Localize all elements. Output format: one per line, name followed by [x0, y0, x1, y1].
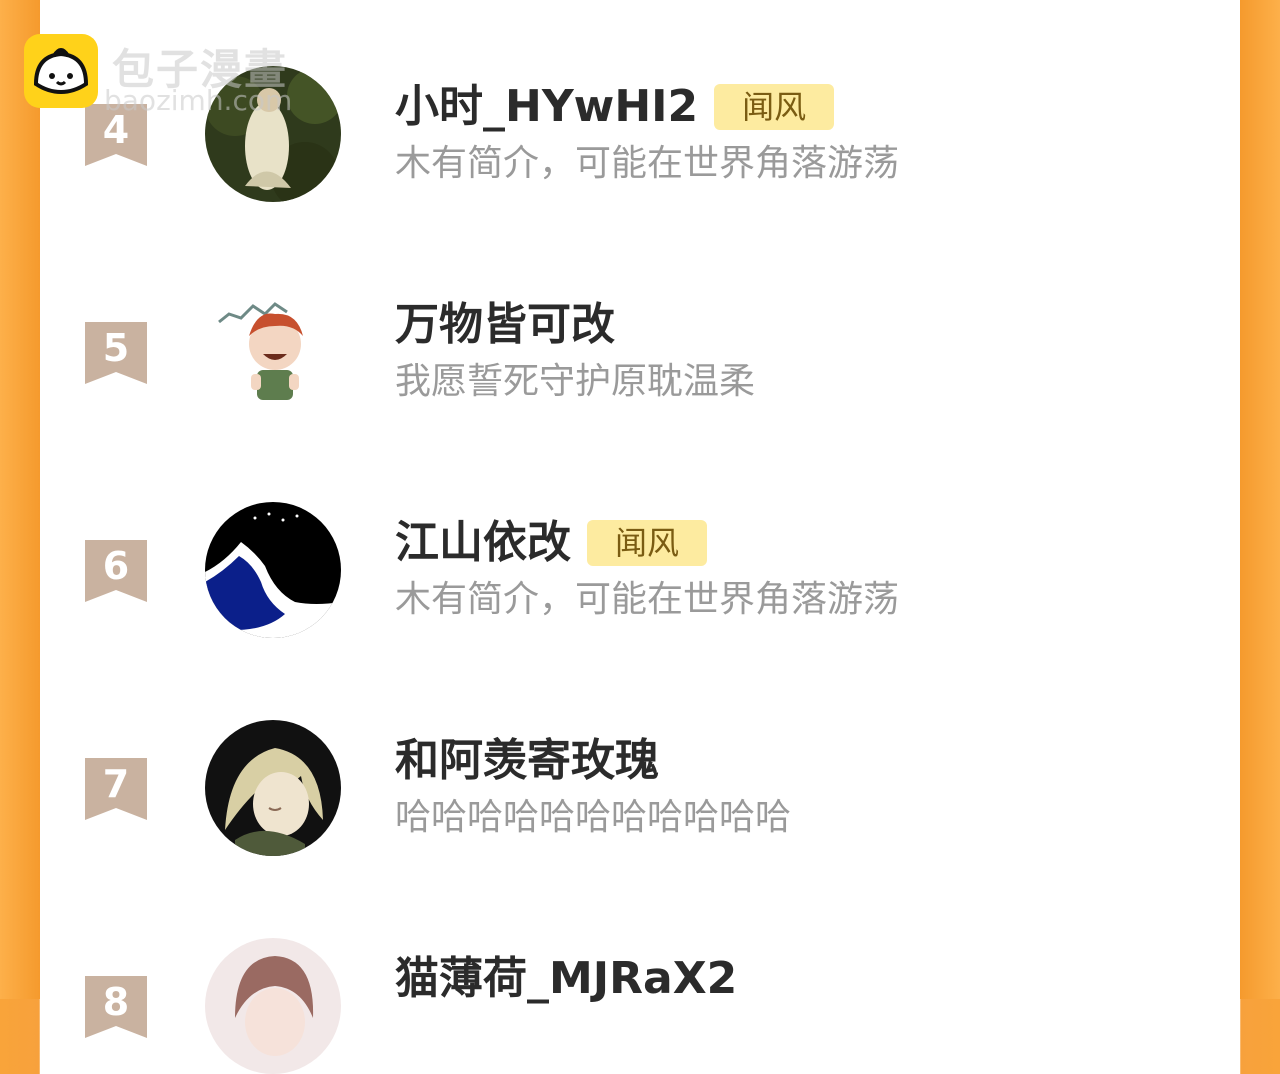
brown-hair-character-avatar[interactable] [205, 938, 341, 1074]
user-name[interactable]: 猫薄荷_MJRaX2 [395, 952, 737, 1006]
rank-number: 7 [102, 762, 130, 806]
user-name-line: 万物皆可改 [395, 298, 615, 352]
user-name-line: 江山依改 闻风 [395, 516, 708, 570]
list-item[interactable]: 5 万物皆可改 我愿誓死守护原耽温柔 [40, 218, 1240, 420]
rank-ribbon: 5 [85, 322, 147, 384]
user-name-line: 和阿羡寄玫瑰 [395, 734, 659, 788]
rank-number: 5 [102, 326, 130, 370]
user-name[interactable]: 小时_HYwHI2 [395, 80, 698, 134]
list-item[interactable]: 7 和阿羡寄玫瑰 哈哈哈哈哈哈哈哈哈哈哈 [40, 654, 1240, 856]
user-name[interactable]: 万物皆可改 [395, 298, 615, 352]
list-item[interactable]: 8 猫薄荷_MJRaX2 [40, 872, 1240, 1074]
rank-ribbon: 7 [85, 758, 147, 820]
user-bio: 木有简介，可能在世界角落游荡 [395, 579, 900, 620]
user-bio: 木有简介，可能在世界角落游荡 [395, 143, 900, 184]
rank-number: 8 [102, 980, 130, 1024]
rank-number: 6 [102, 544, 130, 588]
rank-ribbon: 6 [85, 540, 147, 602]
right-orange-border [1240, 0, 1280, 999]
watermark-url: baozimh.com [104, 84, 293, 117]
blonde-character-avatar[interactable] [205, 720, 341, 856]
left-orange-border [0, 0, 40, 999]
user-name[interactable]: 和阿羡寄玫瑰 [395, 734, 659, 788]
site-watermark: 包子漫畫 baozimh.com [24, 34, 324, 117]
list-item[interactable]: 6 江山依改 闻风 木有简介，可能在世界角落游荡 [40, 436, 1240, 638]
user-name-line: 猫薄荷_MJRaX2 [395, 952, 737, 1006]
user-name[interactable]: 江山依改 [395, 516, 571, 570]
user-bio: 哈哈哈哈哈哈哈哈哈哈哈 [395, 797, 792, 838]
status-badge: 闻风 [587, 520, 708, 566]
rank-ribbon: 8 [85, 976, 147, 1038]
user-bio: 我愿誓死守护原耽温柔 [395, 361, 756, 402]
night-sky-silhouette-avatar[interactable] [205, 502, 341, 638]
rua-boy-sticker-avatar[interactable] [205, 284, 341, 420]
status-badge: 闻风 [714, 84, 835, 130]
user-name-line: 小时_HYwHI2 闻风 [395, 80, 835, 134]
bun-logo-icon [24, 34, 98, 108]
